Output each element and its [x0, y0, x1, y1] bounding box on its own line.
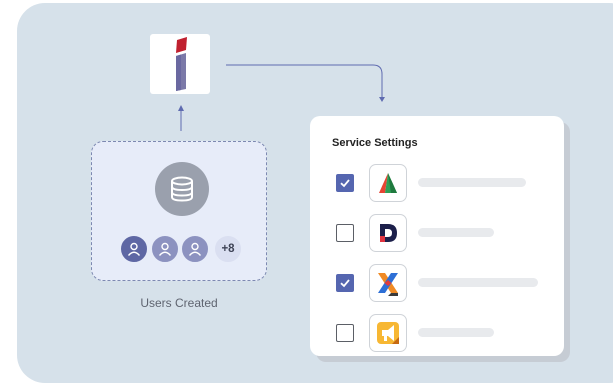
brand-logo-tile	[150, 34, 210, 94]
service-settings-panel: Service Settings	[310, 116, 564, 356]
d-logo-icon	[380, 224, 397, 242]
checkmark-icon	[340, 279, 350, 288]
users-created-box: +8	[91, 141, 267, 281]
service-row	[310, 313, 564, 353]
service-row	[310, 263, 564, 303]
service-checkbox[interactable]	[336, 174, 354, 192]
service-app-icon	[369, 164, 407, 202]
service-app-icon	[369, 214, 407, 252]
placeholder-bar	[418, 328, 494, 337]
service-row	[310, 213, 564, 253]
checkmark-icon	[340, 179, 350, 188]
brand-logo-icon	[176, 37, 187, 91]
service-app-icon	[369, 314, 407, 352]
placeholder-bar	[418, 278, 538, 287]
service-app-icon	[369, 264, 407, 302]
x-logo-icon	[378, 273, 398, 296]
more-users-count: +8	[213, 234, 243, 264]
user-icon	[127, 242, 141, 256]
placeholder-bar	[418, 228, 494, 237]
database-icon	[155, 162, 209, 216]
user-icon	[188, 242, 202, 256]
avatar	[150, 234, 180, 264]
service-row	[310, 163, 564, 203]
panel-title: Service Settings	[332, 137, 418, 149]
user-icon	[158, 242, 172, 256]
a-triangle-logo-icon	[379, 173, 397, 193]
service-checkbox[interactable]	[336, 274, 354, 292]
service-checkbox[interactable]	[336, 224, 354, 242]
megaphone-logo-icon	[377, 322, 399, 344]
placeholder-bar	[418, 178, 526, 187]
users-created-label: Users Created	[140, 296, 218, 310]
service-checkbox[interactable]	[336, 324, 354, 342]
avatar	[119, 234, 149, 264]
avatar	[180, 234, 210, 264]
